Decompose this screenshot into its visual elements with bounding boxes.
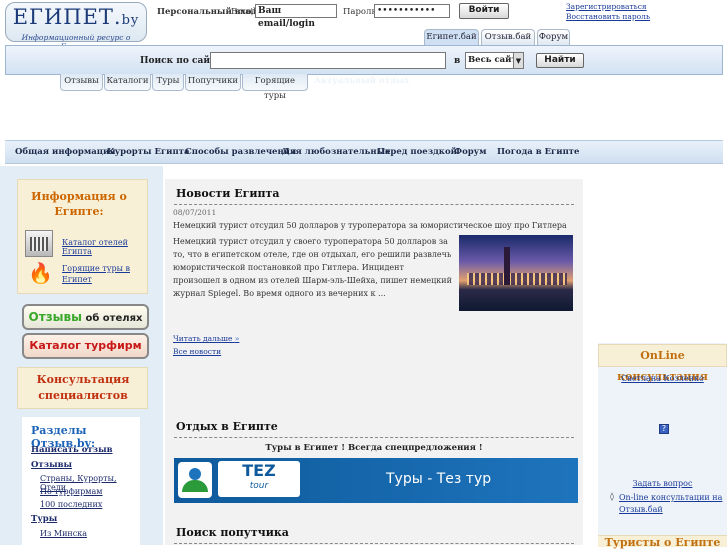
tez-tour-banner[interactable]: TEZ tour Туры - Тез тур [174,458,578,503]
news-body: Немецкий турист отсудил у своего туропер… [173,237,452,298]
info-panel: Информация о Египте: Каталог отелей Егип… [17,179,148,294]
news-divider [174,204,574,205]
promo-hotels-word: об отелях [81,313,143,324]
tab-egypt[interactable]: Египет.бай [424,29,479,45]
ask-question-link[interactable]: Задать вопрос [598,479,727,488]
nav-curious[interactable]: Для любознательных [282,147,390,157]
search-scope-select[interactable]: Весь сайт ▼ [465,52,524,69]
restore-password-link[interactable]: Восстановить пароль [566,12,650,21]
rest-title: Отдых в Египте [176,420,278,433]
subtab-hot-tours[interactable]: Горящие туры [242,74,308,101]
companion-divider [174,543,574,544]
chevron-down-icon[interactable]: ▼ [513,53,523,68]
rest-subtitle: Туры в Египет ! Всегда спецпредложения ! [265,443,483,453]
search-bar: Поиск по сайту: в Весь сайт ▼ Найти [5,45,723,75]
online-consult-header: OnLine консультация [598,344,727,383]
tez-tour-logo: TEZ tour [218,461,300,497]
promo-reviews-word: Отзывы [28,310,82,324]
main-nav: Общая информация Курорты Египта Способы … [5,140,723,164]
tab-forum[interactable]: Форум [537,29,570,45]
news-photo[interactable] [459,235,573,311]
read-more-link[interactable]: Читать дальше » [173,334,239,343]
info-title: Информация о Египте: [31,190,127,218]
sections-panel: Разделы Отзыв.by: Написать отзыв Отзывы … [22,417,140,545]
write-review-link[interactable]: Написать отзыв [31,445,113,455]
reviews-link[interactable]: Отзывы [31,460,72,470]
rest-divider [174,437,574,438]
search-scope-value: Весь сайт [468,55,517,65]
all-news-link[interactable]: Все новости [173,347,221,356]
tab-otzyv[interactable]: Отзыв.бай [481,29,535,45]
help-icon[interactable]: ? [659,424,669,434]
reviews-by-firm-link[interactable]: По турфирмам [40,487,103,496]
consultation-title: Консультация специалистов [36,373,130,402]
register-link[interactable]: Зарегистрироваться [566,2,647,11]
site-logo[interactable]: ЕГИПЕТ.by Информационный ресурс о Египте [5,2,147,51]
online-consult-link[interactable]: On-line консультации на Отзыв.бай [619,492,723,516]
subtab-reviews[interactable]: Отзывы [60,74,103,91]
logo-title: ЕГИПЕТ.by [12,5,140,29]
hot-tours-link[interactable]: Горящие туры в Египет [62,263,146,285]
nav-general-info[interactable]: Общая информация [15,147,116,157]
banner-text: Туры - Тез тур [386,471,492,487]
search-input[interactable] [210,52,446,69]
reviews-latest-link[interactable]: 100 последних [40,500,102,509]
password-input[interactable]: ••••••••••• [374,4,450,18]
catalog-icon [25,230,53,257]
news-title: Новости Египта [176,187,280,200]
nav-entertainment[interactable]: Способы развлечения [185,147,296,157]
subtab-companions[interactable]: Попутчики [185,74,241,91]
tour-firms-catalog-banner[interactable]: Каталог турфирм [22,333,149,359]
tez-tour-emblem [178,462,212,498]
news-headline[interactable]: Немецкий турист отсудил 50 долларов у ту… [173,219,573,232]
tourists-header: Туристы о Египте [598,535,727,549]
tourists-title: Туристы о Египте [604,536,721,549]
nav-resorts[interactable]: Курорты Египта [107,147,189,157]
tours-minsk-link[interactable]: Из Минска [40,529,87,538]
nav-forum[interactable]: Форум [454,147,487,157]
companion-title: Поиск попутчика [176,526,289,539]
search-button[interactable]: Найти [536,53,584,68]
email-input[interactable]: Ваш email/login [255,4,337,29]
search-in-label: в [454,56,461,66]
double-arrow-icon: » [234,334,240,343]
tours-link[interactable]: Туры [31,514,57,524]
consultant-link[interactable]: Светлана Козленко [598,374,727,383]
news-date: 08/07/2011 [173,208,217,217]
read-more-text: Читать дальше [173,334,233,343]
fire-icon: 🔥 [28,261,53,285]
login-button[interactable]: Войти [459,3,509,19]
nav-weather[interactable]: Погода в Египте [497,147,579,157]
subtab-catalogs[interactable]: Каталоги [104,74,151,91]
subtab-actual[interactable]: Актуальный отдых [314,76,409,86]
diamond-bullet-icon: ◊ [610,492,614,501]
hotel-catalog-link[interactable]: Каталог отелей Египта [62,238,147,256]
nav-before-trip[interactable]: Перед поездкой [377,147,457,157]
reviews-hotels-banner[interactable]: Отзывы об отелях [22,304,149,330]
subtab-tours[interactable]: Туры [152,74,184,91]
consultation-panel: Консультация специалистов [17,367,148,409]
